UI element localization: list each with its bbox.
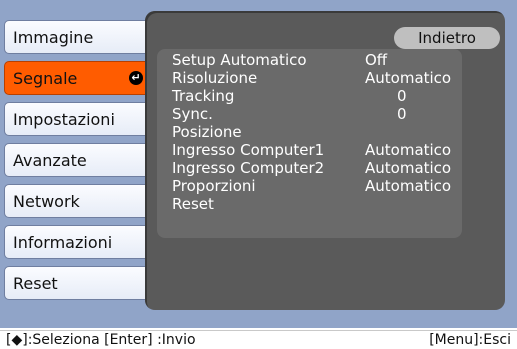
row-value: Automatico <box>365 177 452 195</box>
menu-row-risoluzione[interactable]: Risoluzione Automatico <box>172 69 492 87</box>
row-value: Automatico <box>365 159 452 177</box>
sidebar-item-segnale[interactable]: Segnale ↵ <box>4 61 152 95</box>
back-button[interactable]: Indietro <box>394 27 500 49</box>
menu-row-proporzioni[interactable]: Proporzioni Automatico <box>172 177 492 195</box>
menu-row-ingresso-computer1[interactable]: Ingresso Computer1 Automatico <box>172 141 492 159</box>
row-label: Ingresso Computer2 <box>172 159 325 177</box>
row-label: Tracking <box>172 87 235 105</box>
sidebar-item-label: Immagine <box>13 27 94 47</box>
menu-row-tracking[interactable]: Tracking 0 <box>172 87 492 105</box>
row-value: Off <box>365 51 388 69</box>
footer-help-text: [◆]:Seleziona [Enter] :Invio <box>6 332 196 348</box>
row-label: Posizione <box>172 123 242 141</box>
row-label: Setup Automatico <box>172 51 307 69</box>
row-value: Automatico <box>365 141 452 159</box>
sidebar-item-avanzate[interactable]: Avanzate <box>4 143 152 177</box>
menu-row-reset[interactable]: Reset <box>172 195 492 213</box>
sidebar-item-label: Segnale <box>13 68 78 88</box>
row-value: Automatico <box>365 69 452 87</box>
sidebar-item-immagine[interactable]: Immagine <box>4 20 152 54</box>
menu-row-sync[interactable]: Sync. 0 <box>172 105 492 123</box>
sidebar-item-network[interactable]: Network <box>4 184 152 218</box>
footer-divider <box>0 330 517 331</box>
sidebar-item-informazioni[interactable]: Informazioni <box>4 225 152 259</box>
sidebar-item-impostazioni[interactable]: Impostazioni <box>4 102 152 136</box>
row-label: Ingresso Computer1 <box>172 141 325 159</box>
sidebar-item-label: Network <box>13 191 80 211</box>
settings-panel: Indietro Setup Automatico Off Risoluzion… <box>145 11 505 310</box>
sidebar-item-reset[interactable]: Reset <box>4 266 152 300</box>
enter-icon: ↵ <box>129 71 143 85</box>
menu-row-ingresso-computer2[interactable]: Ingresso Computer2 Automatico <box>172 159 492 177</box>
row-value: 0 <box>397 87 407 105</box>
footer-exit-text: [Menu]:Esci <box>429 332 511 348</box>
sidebar-item-label: Informazioni <box>13 232 113 252</box>
help-footer: [◆]:Seleziona [Enter] :Invio [Menu]:Esci <box>0 332 517 349</box>
row-label: Sync. <box>172 105 213 123</box>
row-label: Reset <box>172 195 214 213</box>
sidebar-item-label: Reset <box>13 273 58 293</box>
row-value: 0 <box>397 105 407 123</box>
row-label: Risoluzione <box>172 69 258 87</box>
row-label: Proporzioni <box>172 177 256 195</box>
menu-row-setup-automatico[interactable]: Setup Automatico Off <box>172 51 492 69</box>
menu-row-posizione[interactable]: Posizione <box>172 123 492 141</box>
sidebar-item-label: Impostazioni <box>13 109 115 129</box>
sidebar-item-label: Avanzate <box>13 150 87 170</box>
menu-frame: Immagine Segnale ↵ Impostazioni Avanzate… <box>0 0 517 328</box>
